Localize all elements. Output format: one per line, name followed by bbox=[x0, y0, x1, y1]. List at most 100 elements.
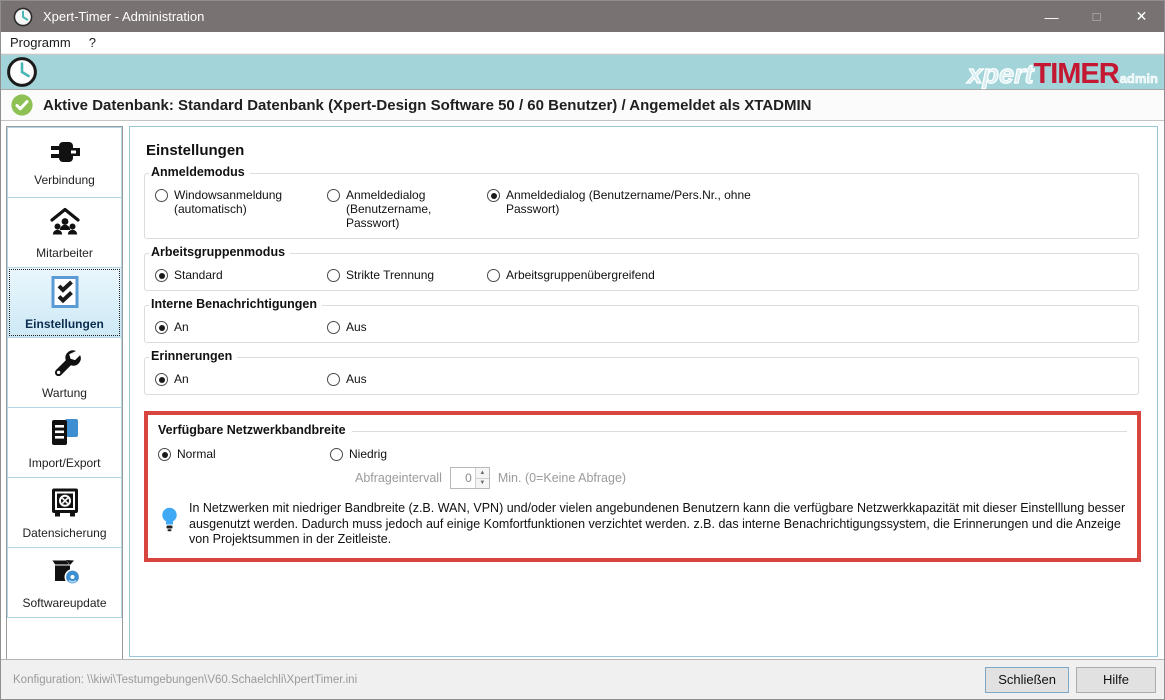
help-button[interactable]: Hilfe bbox=[1076, 667, 1156, 693]
radio-icon bbox=[487, 269, 500, 282]
close-icon[interactable]: ✕ bbox=[1119, 1, 1164, 32]
status-bar: Aktive Datenbank: Standard Datenbank (Xp… bbox=[1, 90, 1164, 121]
radio-option-arbeitsgruppenuebergreifend[interactable]: Arbeitsgruppenübergreifend bbox=[487, 268, 655, 282]
section-label-row: Verfügbare Netzwerkbandbreite bbox=[158, 423, 1127, 437]
radio-option-benachrichtigungen-an[interactable]: An bbox=[155, 320, 327, 334]
lightbulb-icon bbox=[161, 507, 178, 548]
sidebar-item-datensicherung[interactable]: Datensicherung bbox=[7, 477, 122, 548]
brand-logo: xpert TIMER admin bbox=[967, 60, 1158, 89]
interval-label: Abfrageintervall bbox=[355, 471, 442, 485]
sidebar-item-verbindung[interactable]: Verbindung bbox=[7, 127, 122, 198]
radio-icon bbox=[155, 321, 168, 334]
logo-clock-icon bbox=[6, 56, 38, 88]
section-label: Verfügbare Netzwerkbandbreite bbox=[158, 423, 346, 437]
radio-label: An bbox=[174, 372, 189, 386]
spinner-down-icon[interactable]: ▼ bbox=[476, 479, 489, 489]
status-text: Aktive Datenbank: Standard Datenbank (Xp… bbox=[43, 97, 812, 114]
app-window: Xpert-Timer - Administration — □ ✕ Progr… bbox=[0, 0, 1165, 700]
section-label: Anmeldemodus bbox=[149, 165, 250, 179]
page-title: Einstellungen bbox=[146, 142, 1143, 159]
section-label: Arbeitsgruppenmodus bbox=[149, 245, 290, 259]
radio-label: Aus bbox=[346, 320, 367, 334]
import-export-icon bbox=[48, 416, 82, 451]
sidebar-item-label: Mitarbeiter bbox=[36, 246, 93, 260]
section-label: Erinnerungen bbox=[149, 349, 237, 363]
radio-option-bandbreite-niedrig[interactable]: Niedrig bbox=[330, 447, 387, 461]
section-anmeldemodus: Anmeldemodus Windowsanmeldung (automatis… bbox=[144, 173, 1139, 239]
brand-xpert: xpert bbox=[967, 61, 1033, 88]
sidebar-item-import-export[interactable]: Import/Export bbox=[7, 407, 122, 478]
radio-icon bbox=[330, 448, 343, 461]
radio-icon bbox=[155, 269, 168, 282]
config-path: Konfiguration: \\kiwi\Testumgebungen\V60… bbox=[13, 674, 357, 686]
brand-timer: TIMER bbox=[1033, 60, 1118, 89]
interval-row: Abfrageintervall 0 ▲ ▼ Min. (0=Keine Abf… bbox=[355, 467, 1127, 489]
radio-option-bandbreite-normal[interactable]: Normal bbox=[158, 447, 330, 461]
main-panel: Einstellungen Anmeldemodus Windowsanmeld… bbox=[129, 126, 1158, 657]
sidebar-item-einstellungen[interactable]: Einstellungen bbox=[7, 267, 122, 338]
section-arbeitsgruppenmodus: Arbeitsgruppenmodus Standard Strikte Tre… bbox=[144, 253, 1139, 291]
radio-icon bbox=[327, 321, 340, 334]
success-check-icon bbox=[11, 94, 33, 116]
sidebar: Verbindung Mitarbeiter Einstellungen War… bbox=[6, 126, 123, 659]
radio-label: Aus bbox=[346, 372, 367, 386]
menu-item-help[interactable]: ? bbox=[80, 32, 105, 53]
radio-option-anmeldedialog-ohne-passwort[interactable]: Anmeldedialog (Benutzername/Pers.Nr., oh… bbox=[487, 188, 756, 216]
sidebar-item-label: Import/Export bbox=[28, 456, 100, 470]
maximize-button[interactable]: □ bbox=[1074, 1, 1119, 32]
sidebar-item-label: Softwareupdate bbox=[22, 596, 106, 610]
section-interne-benachrichtigungen: Interne Benachrichtigungen An Aus bbox=[144, 305, 1139, 343]
spinner-value: 0 bbox=[451, 468, 475, 488]
safe-icon bbox=[49, 486, 81, 521]
radio-option-strikte-trennung[interactable]: Strikte Trennung bbox=[327, 268, 487, 282]
radio-label: Strikte Trennung bbox=[346, 268, 434, 282]
sidebar-item-softwareupdate[interactable]: Softwareupdate bbox=[7, 547, 122, 618]
sidebar-item-wartung[interactable]: Wartung bbox=[7, 337, 122, 408]
radio-option-benachrichtigungen-aus[interactable]: Aus bbox=[327, 320, 487, 334]
title-bar: Xpert-Timer - Administration — □ ✕ bbox=[1, 1, 1164, 32]
app-clock-icon bbox=[13, 7, 33, 27]
radio-option-erinnerungen-aus[interactable]: Aus bbox=[327, 372, 487, 386]
radio-label: Niedrig bbox=[349, 447, 387, 461]
logo-band: xpert TIMER admin bbox=[1, 54, 1164, 90]
section-label-line bbox=[352, 431, 1127, 432]
radio-label: Windowsanmeldung (automatisch) bbox=[174, 188, 304, 216]
sidebar-item-label: Einstellungen bbox=[25, 317, 104, 331]
radio-icon bbox=[487, 189, 500, 202]
radio-icon bbox=[327, 189, 340, 202]
radio-icon bbox=[327, 269, 340, 282]
menu-bar: Programm ? bbox=[1, 32, 1164, 54]
spinner-arrows: ▲ ▼ bbox=[475, 468, 489, 488]
hint-text: In Netzwerken mit niedriger Bandbreite (… bbox=[189, 501, 1127, 548]
body-area: Verbindung Mitarbeiter Einstellungen War… bbox=[1, 121, 1164, 659]
interval-suffix: Min. (0=Keine Abfrage) bbox=[498, 471, 626, 485]
radio-icon bbox=[327, 373, 340, 386]
radio-icon bbox=[155, 373, 168, 386]
spinner-up-icon[interactable]: ▲ bbox=[476, 468, 489, 479]
radio-option-windowsanmeldung[interactable]: Windowsanmeldung (automatisch) bbox=[155, 188, 327, 216]
menu-item-programm[interactable]: Programm bbox=[1, 32, 80, 53]
interval-spinner[interactable]: 0 ▲ ▼ bbox=[450, 467, 490, 489]
radio-label: Anmeldedialog (Benutzername/Pers.Nr., oh… bbox=[506, 188, 756, 216]
radio-option-erinnerungen-an[interactable]: An bbox=[155, 372, 327, 386]
section-label: Interne Benachrichtigungen bbox=[149, 297, 322, 311]
sidebar-item-mitarbeiter[interactable]: Mitarbeiter bbox=[7, 197, 122, 268]
plug-icon bbox=[47, 139, 83, 168]
hint-row: In Netzwerken mit niedriger Bandbreite (… bbox=[158, 501, 1127, 548]
sidebar-item-label: Verbindung bbox=[34, 173, 95, 187]
radio-label: Arbeitsgruppenübergreifend bbox=[506, 268, 655, 282]
minimize-button[interactable]: — bbox=[1029, 1, 1074, 32]
close-button[interactable]: Schließen bbox=[985, 667, 1069, 693]
radio-option-anmeldedialog-passwort[interactable]: Anmeldedialog (Benutzername, Passwort) bbox=[327, 188, 487, 230]
bandwidth-highlight-box: Verfügbare Netzwerkbandbreite Normal Nie… bbox=[144, 411, 1141, 562]
sidebar-item-label: Wartung bbox=[42, 386, 87, 400]
radio-option-standard[interactable]: Standard bbox=[155, 268, 327, 282]
window-title: Xpert-Timer - Administration bbox=[43, 9, 1029, 24]
radio-icon bbox=[158, 448, 171, 461]
software-update-icon bbox=[48, 556, 82, 591]
radio-icon bbox=[155, 189, 168, 202]
footer-bar: Konfiguration: \\kiwi\Testumgebungen\V60… bbox=[1, 659, 1164, 699]
checklist-icon bbox=[50, 275, 80, 312]
radio-label: Anmeldedialog (Benutzername, Passwort) bbox=[346, 188, 487, 230]
radio-label: Normal bbox=[177, 447, 216, 461]
